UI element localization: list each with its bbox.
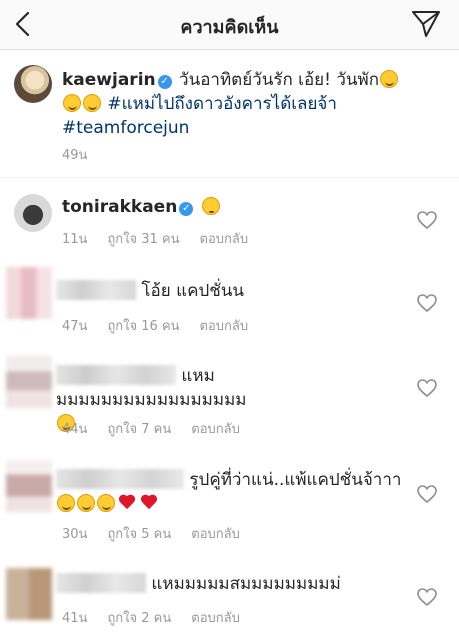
comment-row: tonirakkaen ✓ 11น ถูกใจ 31 คน ตอบกลับ <box>0 179 459 253</box>
comment-row: แหมมมมมสมมมมมมมมม่ 41น ถูกใจ 2 คน ตอบกลับ <box>0 556 459 640</box>
comment-row: โอ้ย แคปชั่นน 47น ถูกใจ 16 คน ตอบกลับ <box>0 259 459 341</box>
comment-username[interactable]: tonirakkaen <box>62 197 177 217</box>
top-bar: ความคิดเห็น <box>0 0 459 50</box>
reply-button[interactable]: ตอบกลับ <box>200 319 249 334</box>
reply-button[interactable]: ตอบกลับ <box>200 232 249 247</box>
comment-timestamp: 41น <box>62 611 88 626</box>
comment-meta: 30น ถูกใจ 5 คน ตอบกลับ <box>62 523 260 544</box>
verified-badge-icon: ✓ <box>157 75 172 89</box>
like-count[interactable]: ถูกใจ 31 คน <box>107 232 179 247</box>
comment-timestamp: 47น <box>62 319 88 334</box>
rofl-emoji-icon <box>97 494 115 512</box>
comment-text: โอ้ย แคปชั่นน <box>56 279 396 303</box>
reply-button[interactable]: ตอบกลับ <box>191 527 240 542</box>
verified-badge-icon: ✓ <box>179 202 194 216</box>
heart-outline-icon[interactable] <box>417 379 437 397</box>
comment-username[interactable] <box>56 365 176 385</box>
avatar[interactable] <box>6 568 52 620</box>
kissing-emoji-icon <box>83 94 101 112</box>
red-heart-icon <box>140 495 158 511</box>
comment-body: รูปคู่ที่ว่าแน่..แพ้แคปชั่นจ้าาา <box>189 470 402 490</box>
heart-outline-icon[interactable] <box>417 588 437 606</box>
like-count[interactable]: ถูกใจ 2 คน <box>107 611 171 626</box>
comment-body: โอ้ย แคปชั่นน <box>141 281 245 301</box>
comment-timestamp: 44น <box>62 422 88 437</box>
avatar[interactable] <box>14 194 52 232</box>
comment-row: รูปคู่ที่ว่าแน่..แพ้แคปชั่นจ้าาา 30น ถูกใ… <box>0 452 459 550</box>
heart-outline-icon[interactable] <box>417 294 437 312</box>
comment-text: tonirakkaen ✓ <box>62 195 402 219</box>
rofl-emoji-icon <box>57 494 75 512</box>
reply-button[interactable]: ตอบกลับ <box>191 422 240 437</box>
heart-outline-icon[interactable] <box>417 211 437 229</box>
avatar[interactable] <box>6 356 52 408</box>
rofl-emoji-icon <box>77 494 95 512</box>
comment-timestamp: 11น <box>62 232 88 247</box>
avatar[interactable] <box>6 460 52 512</box>
comment-meta: 47น ถูกใจ 16 คน ตอบกลับ <box>62 315 268 336</box>
hashtag-link[interactable]: #แหม่ไปถึงดาวอังคารได้เลยจ้า <box>107 94 337 114</box>
comment-username[interactable] <box>56 573 146 593</box>
caption-username[interactable]: kaewjarin <box>62 70 156 90</box>
comment-row: แหมมมมมมมมมมมมมมมมมม 44น ถูกใจ 7 คน ตอบกลั… <box>0 348 459 444</box>
rofl-emoji-icon <box>63 94 81 112</box>
avatar[interactable] <box>14 65 52 103</box>
avatar[interactable] <box>6 267 52 319</box>
comment-text: รูปคู่ที่ว่าแน่..แพ้แคปชั่นจ้าาา <box>56 468 402 516</box>
comment-meta: 11น ถูกใจ 31 คน ตอบกลับ <box>62 228 268 249</box>
caption-timestamp: 49น <box>62 148 88 163</box>
post-caption: kaewjarin ✓ วันอาทิตย์วันรัก เอ้ย! วันพัก… <box>0 51 459 178</box>
comment-meta: 41น ถูกใจ 2 คน ตอบกลับ <box>62 607 260 628</box>
comment-body: แหมมมมมสมมมมมมมมม่ <box>151 574 341 594</box>
page-title: ความคิดเห็น <box>180 17 279 38</box>
comment-timestamp: 30น <box>62 527 88 542</box>
rofl-emoji-icon <box>380 70 399 88</box>
comment-text: แหมมมมมสมมมมมมมมม่ <box>56 572 396 596</box>
like-count[interactable]: ถูกใจ 5 คน <box>107 527 171 542</box>
comment-username[interactable] <box>56 280 136 300</box>
paper-plane-icon[interactable] <box>411 9 441 39</box>
flushed-emoji-icon <box>201 197 220 215</box>
red-heart-icon <box>118 495 136 511</box>
comment-meta: 44น ถูกใจ 7 คน ตอบกลับ <box>62 418 260 439</box>
like-count[interactable]: ถูกใจ 7 คน <box>107 422 171 437</box>
comment-username[interactable] <box>56 469 184 489</box>
hashtag-link[interactable]: #teamforcejun <box>62 118 189 138</box>
caption-text: kaewjarin ✓ วันอาทิตย์วันรัก เอ้ย! วันพัก… <box>62 68 442 140</box>
reply-button[interactable]: ตอบกลับ <box>191 611 240 626</box>
caption-body: วันอาทิตย์วันรัก เอ้ย! วันพัก <box>179 70 380 90</box>
heart-outline-icon[interactable] <box>417 485 437 503</box>
like-count[interactable]: ถูกใจ 16 คน <box>107 319 179 334</box>
